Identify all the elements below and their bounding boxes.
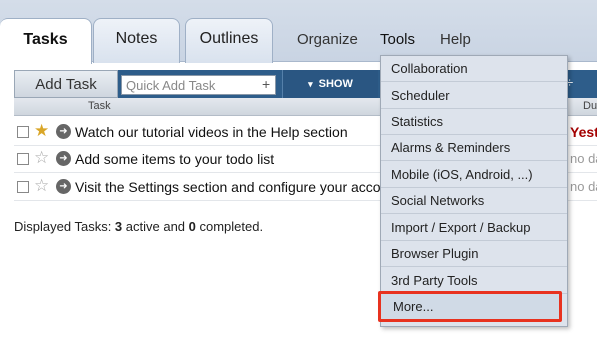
show-dropdown-icon: ▾ (308, 78, 313, 89)
task-checkbox[interactable] (17, 153, 29, 165)
task-due-date: Yest (570, 124, 597, 140)
task-title[interactable]: Add some items to your todo list (75, 151, 274, 167)
menu-item-collaboration[interactable]: Collaboration (381, 56, 567, 82)
add-task-button[interactable]: Add Task (14, 70, 118, 98)
task-summary: Displayed Tasks: 3 active and 0 complete… (14, 219, 263, 234)
star-icon[interactable]: ★ (34, 122, 49, 140)
tab-outlines[interactable]: Outlines (185, 18, 273, 63)
arrow-circle-icon[interactable]: ➜ (56, 151, 71, 166)
task-title[interactable]: Watch our tutorial videos in the Help se… (75, 124, 348, 140)
arrow-circle-icon[interactable]: ➜ (56, 179, 71, 194)
task-due-date: no da (570, 151, 597, 166)
tab-notes[interactable]: Notes (93, 18, 180, 63)
menu-item-mobile[interactable]: Mobile (iOS, Android, ...) (381, 162, 567, 188)
summary-middle: active and (122, 219, 189, 234)
column-header-due[interactable]: Due D (583, 100, 597, 112)
menu-item-scheduler[interactable]: Scheduler (381, 83, 567, 109)
star-icon[interactable]: ☆ (34, 149, 49, 167)
task-title[interactable]: Visit the Settings section and configure… (75, 179, 400, 195)
tools-dropdown-menu: Collaboration Scheduler Statistics Alarm… (378, 55, 568, 327)
summary-suffix: completed. (195, 219, 264, 234)
menu-item-import-export-backup[interactable]: Import / Export / Backup (381, 215, 567, 241)
menu-item-social-networks[interactable]: Social Networks (381, 188, 567, 214)
task-due-date: no da (570, 179, 597, 194)
tab-tasks[interactable]: Tasks (0, 18, 92, 64)
menu-item-browser-plugin[interactable]: Browser Plugin (381, 241, 567, 267)
menu-item-statistics[interactable]: Statistics (381, 109, 567, 135)
menu-item-more[interactable]: More... (378, 291, 562, 322)
menu-organize[interactable]: Organize (297, 31, 358, 48)
quick-add-plus-icon[interactable]: + (262, 76, 270, 92)
arrow-circle-icon[interactable]: ➜ (56, 124, 71, 139)
summary-completed-count: 0 (188, 219, 196, 234)
quick-add-input[interactable]: Quick Add Task (121, 75, 276, 95)
column-header-task[interactable]: Task (88, 100, 111, 112)
show-label: SHOW (318, 78, 353, 90)
menu-help[interactable]: Help (440, 31, 471, 48)
show-button[interactable]: ▾ SHOW (282, 70, 378, 98)
summary-prefix: Displayed Tasks: (14, 219, 115, 234)
task-checkbox[interactable] (17, 126, 29, 138)
task-checkbox[interactable] (17, 181, 29, 193)
menu-item-alarms-reminders[interactable]: Alarms & Reminders (381, 135, 567, 161)
star-icon[interactable]: ☆ (34, 177, 49, 195)
menu-tools[interactable]: Tools (380, 31, 415, 48)
